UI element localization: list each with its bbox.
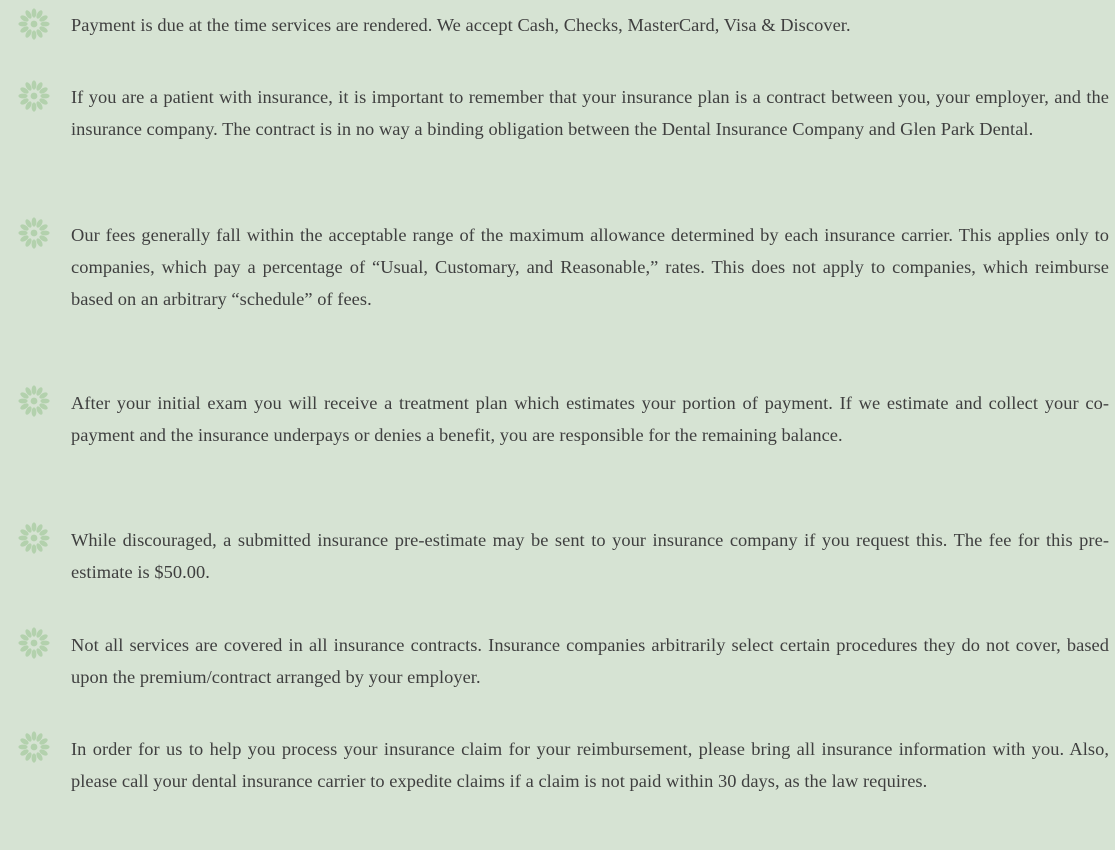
flower-bullet-icon: [18, 8, 50, 40]
policy-paragraph: If you are a patient with insurance, it …: [71, 87, 1109, 139]
flower-bullet-icon: [18, 522, 50, 554]
policy-paragraph: After your initial exam you will receive…: [71, 393, 1109, 445]
flower-bullet-icon: [18, 731, 50, 763]
flower-bullet-icon: [18, 627, 50, 659]
policy-paragraph: In order for us to help you process your…: [71, 739, 1109, 791]
policy-paragraph: Payment is due at the time services are …: [71, 15, 851, 35]
flower-bullet-icon: [18, 80, 50, 112]
policy-paragraph: While discouraged, a submitted insurance…: [71, 530, 1109, 582]
flower-bullet-icon: [18, 217, 50, 249]
policy-paragraph: Our fees generally fall within the accep…: [71, 225, 1109, 309]
policy-paragraph: Not all services are covered in all insu…: [71, 635, 1109, 687]
flower-bullet-icon: [18, 385, 50, 417]
